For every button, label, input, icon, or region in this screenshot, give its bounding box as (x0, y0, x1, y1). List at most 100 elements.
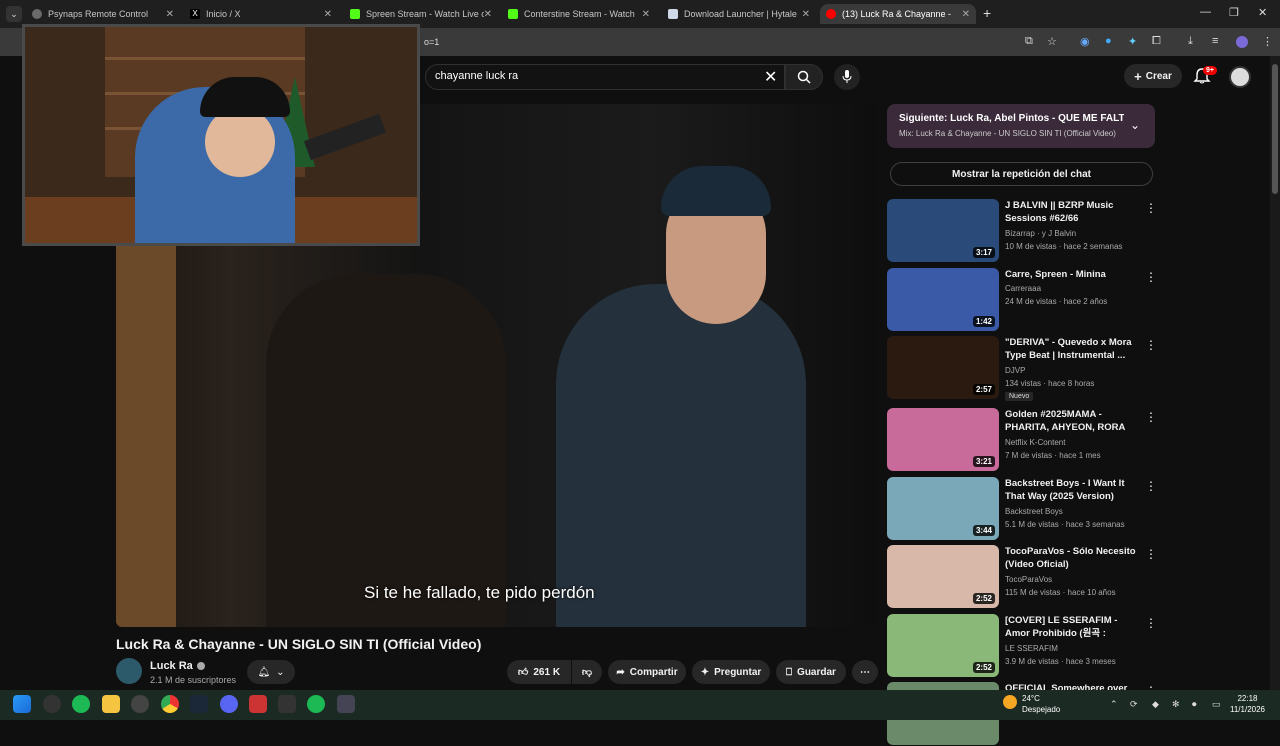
menu-icon[interactable]: ⋮ (1262, 35, 1273, 48)
display-tray-icon[interactable]: ▭ (1212, 699, 1221, 710)
recommendation-channel[interactable]: Backstreet Boys (1005, 507, 1063, 516)
weather-widget[interactable] (1003, 695, 1017, 709)
download-icon[interactable]: ⤓ (1188, 35, 1193, 48)
extension-icon[interactable]: ✦ (1128, 35, 1137, 48)
obs-icon[interactable] (43, 695, 61, 713)
recommendation-channel[interactable]: LE SSERAFIM (1005, 644, 1058, 653)
search-button[interactable] (785, 64, 823, 90)
reading-list-icon[interactable]: ≡ (1212, 35, 1218, 47)
restore-icon[interactable]: ❐ (1229, 6, 1239, 19)
voice-search-button[interactable] (834, 64, 860, 90)
file-explorer-icon[interactable] (102, 695, 120, 713)
chevron-up-icon[interactable]: ⌃ (1110, 699, 1118, 710)
more-actions-button[interactable]: ⋯ (852, 660, 878, 684)
chat-replay-button[interactable]: Mostrar la repetición del chat (890, 162, 1153, 186)
discord-icon[interactable] (220, 695, 238, 713)
ask-button[interactable]: ✦ Preguntar (692, 660, 770, 684)
tab-psynaps[interactable]: Psynaps Remote Control ✕ (32, 4, 180, 24)
recommendation-item[interactable]: 2:57 "DERIVA" - Quevedo x Mora Type Beat … (887, 336, 1157, 401)
4k-app-icon[interactable] (131, 695, 149, 713)
channel-avatar[interactable] (116, 658, 142, 684)
video-thumbnail[interactable]: 3:21 (887, 408, 999, 471)
tab-hytale[interactable]: Download Launcher | Hytale ✕ (668, 4, 816, 24)
close-icon[interactable]: ✕ (484, 9, 492, 20)
new-tab-button[interactable]: + (983, 5, 991, 21)
close-icon[interactable]: ✕ (166, 9, 174, 20)
video-thumbnail[interactable]: 1:42 (887, 268, 999, 331)
tab-youtube[interactable]: (13) Luck Ra & Chayanne - UN✕ (820, 4, 976, 24)
recommendation-channel[interactable]: DJVP (1005, 366, 1025, 375)
chrome-icon[interactable] (161, 695, 179, 713)
spotify-icon[interactable] (307, 695, 325, 713)
more-options-icon[interactable]: ⋮ (1145, 270, 1157, 284)
close-icon[interactable]: ✕ (642, 9, 650, 20)
system-clock[interactable]: 22:18 11/1/2026 (1230, 693, 1265, 715)
recommendation-item[interactable]: 2:52 [COVER] LE SSERAFIM - Amor Prohibido… (887, 614, 1157, 678)
video-thumbnail[interactable]: 3:44 (887, 477, 999, 540)
steam-icon[interactable] (190, 695, 208, 713)
scrollbar-thumb[interactable] (1272, 64, 1278, 194)
puzzle-icon[interactable]: ⧠ (1152, 35, 1161, 48)
app-tray-icon[interactable]: ⟳ (1130, 699, 1138, 710)
close-icon[interactable]: ✕ (962, 9, 970, 20)
recommendation-title[interactable]: Backstreet Boys - I Want It That Way (20… (1005, 477, 1140, 503)
share-button[interactable]: ➦ Compartir (608, 660, 686, 684)
recommendation-item[interactable]: 2:52 TocoParaVos - Sólo Necesito (Video O… (887, 545, 1157, 609)
like-button[interactable]: 👍︎ 261 K (507, 660, 571, 684)
video-thumbnail[interactable]: 2:52 (887, 545, 999, 608)
create-button[interactable]: + Crear (1124, 64, 1182, 88)
bluetooth-tray-icon[interactable]: ✻ (1172, 699, 1180, 710)
more-options-icon[interactable]: ⋮ (1145, 547, 1157, 561)
recommendation-title[interactable]: [COVER] LE SSERAFIM - Amor Prohibido (원곡… (1005, 614, 1140, 641)
weather-text[interactable]: 24°C Despejado (1022, 693, 1060, 715)
extension-icon[interactable]: ● (1105, 35, 1112, 47)
url-text[interactable]: o=1 (424, 37, 439, 47)
meta-icon[interactable] (278, 695, 296, 713)
dislike-button[interactable]: 👎︎ (572, 660, 602, 684)
recommendation-title[interactable]: Golden #2025MAMA - PHARITA, AHYEON, RORA… (1005, 408, 1140, 435)
recommendation-channel[interactable]: Netflix K-Content (1005, 438, 1065, 447)
recommendation-title[interactable]: "DERIVA" - Quevedo x Mora Type Beat | In… (1005, 336, 1140, 362)
clear-search-icon[interactable]: ✕ (764, 67, 777, 87)
profile-icon[interactable] (1236, 36, 1248, 48)
close-icon[interactable]: ✕ (324, 9, 332, 20)
bookmark-star-icon[interactable]: ☆ (1047, 35, 1057, 48)
up-next-panel[interactable] (887, 104, 1155, 148)
tab-conterstine[interactable]: Conterstine Stream - Watch Liv✕ (508, 4, 656, 24)
chevron-down-icon[interactable]: ⌄ (1130, 118, 1140, 132)
recommendation-item[interactable]: 3:21 Golden #2025MAMA - PHARITA, AHYEON, … (887, 408, 1157, 472)
more-options-icon[interactable]: ⋮ (1145, 338, 1157, 352)
more-options-icon[interactable]: ⋮ (1145, 479, 1157, 493)
microphone-tray-icon[interactable]: ⏺ (1192, 699, 1197, 710)
tab-x[interactable]: X Inicio / X ✕ (190, 4, 338, 24)
channel-name[interactable]: Luck Ra (150, 660, 205, 672)
more-options-icon[interactable]: ⋮ (1145, 410, 1157, 424)
minimize-icon[interactable]: — (1200, 6, 1211, 18)
spotify-icon[interactable] (72, 695, 90, 713)
recommendation-channel[interactable]: Bizarrap · y J Balvin (1005, 229, 1076, 238)
recommendation-title[interactable]: TocoParaVos - Sólo Necesito (Video Ofici… (1005, 545, 1140, 571)
extension-icon[interactable]: ◉ (1080, 35, 1090, 48)
close-icon[interactable]: ✕ (802, 9, 810, 20)
video-thumbnail[interactable]: 3:17 (887, 199, 999, 262)
more-options-icon[interactable]: ⋮ (1145, 201, 1157, 215)
install-app-icon[interactable]: ⧉ (1025, 35, 1033, 48)
recording-app-icon[interactable] (249, 695, 267, 713)
windows-start-icon[interactable] (13, 695, 31, 713)
close-window-icon[interactable]: ✕ (1258, 6, 1267, 19)
recommendation-title[interactable]: J BALVIN || BZRP Music Sessions #62/66 (1005, 199, 1140, 225)
recommendation-channel[interactable]: Carreraaa (1005, 284, 1041, 293)
account-avatar[interactable] (1229, 66, 1251, 88)
security-tray-icon[interactable]: ◆ (1152, 699, 1159, 710)
save-button[interactable]: ⎕ Guardar (776, 660, 846, 684)
recommendation-title[interactable]: Carre, Spreen - Minina (1005, 268, 1140, 281)
recommendation-item[interactable]: 3:44 Backstreet Boys - I Want It That Way… (887, 477, 1157, 541)
app-icon[interactable] (337, 695, 355, 713)
more-options-icon[interactable]: ⋮ (1145, 616, 1157, 630)
recommendation-item[interactable]: 1:42 Carre, Spreen - Minina Carreraaa 24 M … (887, 268, 1157, 332)
recommendation-channel[interactable]: TocoParaVos (1005, 575, 1052, 584)
recommendation-item[interactable]: 3:17 J BALVIN || BZRP Music Sessions #62/… (887, 199, 1157, 263)
tab-spreen[interactable]: Spreen Stream - Watch Live on ✕ (350, 4, 498, 24)
search-query[interactable]: chayanne luck ra (435, 70, 518, 82)
subscription-bell-button[interactable]: 🔔︎ ⌄ (247, 660, 295, 684)
